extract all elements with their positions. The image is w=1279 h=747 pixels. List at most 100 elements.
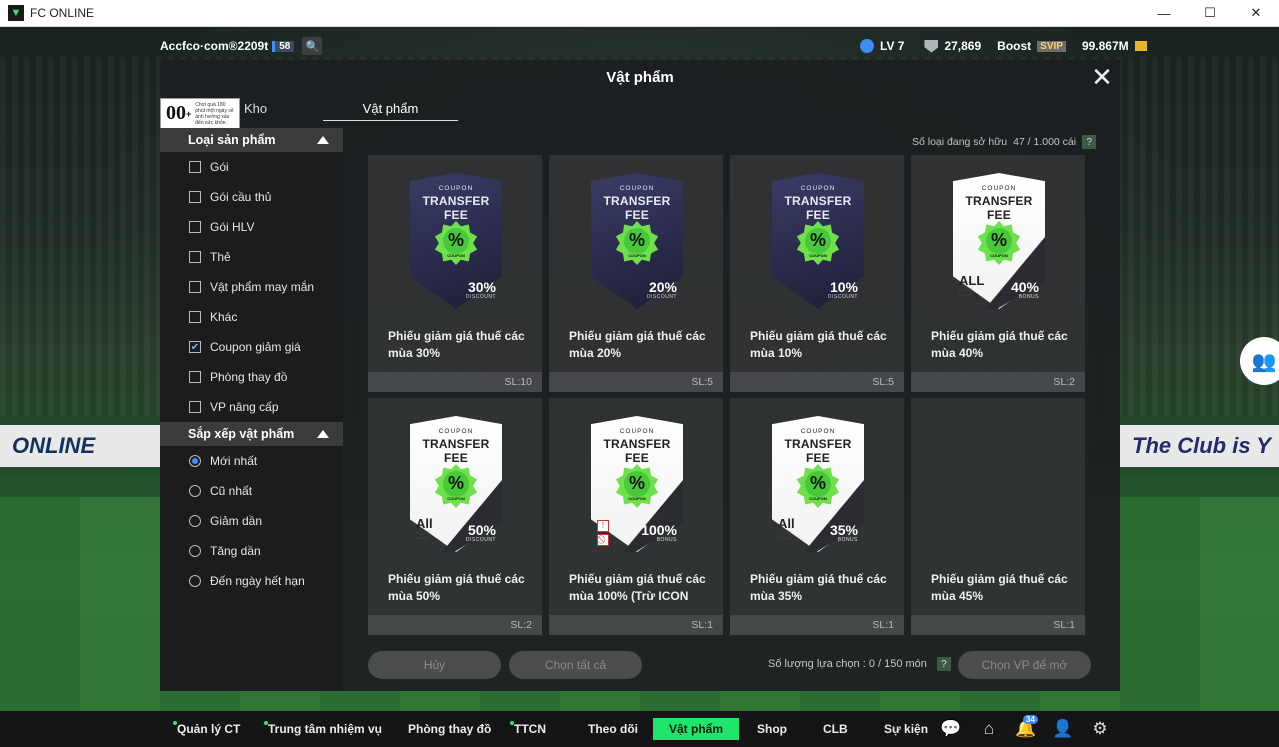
home-icon[interactable]: ⌂ — [978, 719, 1000, 739]
filter-option[interactable]: ✔ Coupon giảm giá — [160, 332, 343, 362]
age-rating-warning: Chơi quá 180 phút một ngày sẽ ảnh hưởng … — [195, 101, 234, 126]
owned-count: Số loại đang sở hữu 47 / 1.000 cái ? — [912, 135, 1097, 149]
select-all-button[interactable]: Chọn tất cả — [509, 651, 642, 679]
open-item-button[interactable]: Chọn VP để mở — [958, 651, 1091, 679]
nav-item[interactable]: TTCN — [510, 711, 546, 747]
item-card[interactable]: Phiếu giảm giá thuế các mùa 45% SL:1 — [911, 398, 1085, 635]
item-card[interactable]: COUPON TRANSFER FEE% COUPON 40% BONUS ALL CLAS… — [911, 155, 1085, 392]
radio-button[interactable] — [189, 575, 201, 587]
radio-button[interactable] — [189, 455, 201, 467]
radio-button[interactable] — [189, 515, 201, 527]
help-icon[interactable]: ? — [1082, 135, 1097, 149]
filter-option-label: Gói cầu thủ — [210, 190, 272, 204]
tab-vat-pham[interactable]: Vật phẩm — [323, 101, 458, 121]
checkbox[interactable] — [189, 161, 201, 173]
radio-button[interactable] — [189, 485, 201, 497]
filter-option[interactable]: VP nâng cấp — [160, 392, 343, 422]
coupon-title: TRANSFER FEE — [603, 437, 671, 465]
checkbox[interactable] — [189, 221, 201, 233]
close-icon[interactable]: ✕ — [1090, 64, 1114, 90]
sort-option[interactable]: Cũ nhất — [160, 476, 343, 506]
sort-option[interactable]: Giảm dần — [160, 506, 343, 536]
checkbox[interactable] — [189, 371, 201, 383]
item-name: Phiếu giảm giá thuế các mùa 30% — [388, 329, 525, 360]
checkbox[interactable] — [189, 251, 201, 263]
cancel-button[interactable]: Hủy — [368, 651, 501, 679]
item-card[interactable]: COUPON TRANSFER FEE% COUPON 35% BONUS All CLAS… — [730, 398, 904, 635]
notification-dot-icon — [173, 721, 177, 725]
nav-item-label: Theo dõi — [588, 722, 638, 736]
nav-item[interactable]: Shop — [757, 711, 787, 747]
chat-icon[interactable]: 💬 — [940, 719, 962, 739]
nav-item[interactable]: Trung tâm nhiệm vụ — [264, 711, 382, 747]
coupon-sub: BONUS — [656, 537, 677, 543]
product-type-header[interactable]: Loại sản phẩm — [160, 128, 343, 152]
item-quantity: SL:5 — [730, 372, 904, 392]
coupon-card-image: COUPON TRANSFER FEE% COUPON 10% DISCOUNT — [772, 173, 864, 309]
coupon-sub: BONUS — [837, 537, 858, 543]
collapse-arrow-icon[interactable] — [317, 430, 329, 438]
checkbox[interactable] — [189, 401, 201, 413]
coupon-value: 50% — [467, 522, 496, 538]
filter-option[interactable]: Thẻ — [160, 242, 343, 272]
checkbox[interactable]: ✔ — [189, 341, 201, 353]
account-name[interactable]: Accfco·com®2209t — [160, 39, 268, 53]
minimize-button[interactable]: — — [1141, 0, 1187, 26]
item-quantity: SL:2 — [911, 372, 1085, 392]
checkbox[interactable] — [189, 191, 201, 203]
percent-badge-icon: % COUPON — [796, 221, 840, 265]
filter-option[interactable]: Gói — [160, 152, 343, 182]
filter-option[interactable]: Gói HLV — [160, 212, 343, 242]
settings-gear-icon[interactable]: ⚙ — [1089, 719, 1111, 739]
sort-option-label: Giảm dần — [210, 514, 263, 528]
tab-kho[interactable]: Kho — [244, 101, 267, 116]
nav-item[interactable]: Quản lý CT — [173, 711, 240, 747]
radio-button[interactable] — [189, 545, 201, 557]
item-card[interactable]: COUPON TRANSFER FEE% COUPON 20% DISCOUNT Phiế… — [549, 155, 723, 392]
notification-badge: 34 — [1023, 715, 1038, 724]
class-include-text: CLASS Include — [416, 530, 430, 540]
filter-option[interactable]: Gói cầu thủ — [160, 182, 343, 212]
coupon-class-all: ALL — [959, 273, 985, 288]
nav-item[interactable]: CLB — [823, 711, 848, 747]
coupon-class-all: All — [778, 516, 795, 531]
item-card[interactable]: COUPON TRANSFER FEE% COUPON 50% DISCOUNT All C… — [368, 398, 542, 635]
filter-option-label: VP nâng cấp — [210, 400, 279, 414]
coupon-card-image: COUPON TRANSFER FEE% COUPON 40% BONUS ALL CLAS… — [953, 173, 1045, 309]
coupon-title: TRANSFER FEE — [784, 437, 852, 465]
nav-item[interactable]: Sự kiện — [884, 711, 928, 747]
filter-option[interactable]: Khác — [160, 302, 343, 332]
age-rating-badge: 00 + Chơi quá 180 phút một ngày sẽ ảnh hư… — [160, 98, 240, 129]
boost-label[interactable]: Boost — [997, 39, 1031, 53]
sort-option[interactable]: Mới nhất — [160, 446, 343, 476]
selection-count: Số lượng lựa chọn : 0 / 150 món ? — [768, 657, 951, 671]
nav-item[interactable]: Vật phẩm — [653, 718, 740, 740]
filter-option[interactable]: Phòng thay đồ — [160, 362, 343, 392]
item-card[interactable]: COUPONTRANSFER FEE%COUPON100%BONUS!⃠Phiế… — [549, 398, 723, 635]
sort-option-label: Cũ nhất — [210, 484, 253, 498]
sort-option-label: Mới nhất — [210, 454, 258, 468]
coupon-value: 35% — [829, 522, 858, 538]
item-name: Phiếu giảm giá thuế các mùa 100% (Trừ IC… — [569, 572, 706, 603]
window-titlebar: ▼ FC ONLINE — ☐ ✕ — [0, 0, 1279, 27]
collapse-arrow-icon[interactable] — [317, 136, 329, 144]
sort-option[interactable]: Đến ngày hết hạn — [160, 566, 343, 596]
search-icon[interactable]: 🔍 — [302, 37, 323, 55]
sort-option[interactable]: Tăng dần — [160, 536, 343, 566]
filter-option[interactable]: Vật phẩm may mắn — [160, 272, 343, 302]
nav-item[interactable]: Phòng thay đồ — [408, 711, 491, 747]
help-icon[interactable]: ? — [936, 657, 951, 671]
maximize-button[interactable]: ☐ — [1187, 0, 1233, 26]
level-text: LV 7 — [880, 39, 905, 53]
nav-item[interactable]: Theo dõi — [588, 711, 638, 747]
item-quantity: SL:5 — [549, 372, 723, 392]
item-card[interactable]: COUPON TRANSFER FEE% COUPON 30% DISCOUNT Phiế… — [368, 155, 542, 392]
sort-header[interactable]: Sắp xếp vật phẩm — [160, 422, 343, 446]
item-card[interactable]: COUPON TRANSFER FEE% COUPON 10% DISCOUNT Phiế… — [730, 155, 904, 392]
checkbox[interactable] — [189, 311, 201, 323]
item-name: Phiếu giảm giá thuế các mùa 50% — [388, 572, 525, 603]
checkbox[interactable] — [189, 281, 201, 293]
profile-icon[interactable]: 👤 — [1052, 719, 1074, 739]
close-window-button[interactable]: ✕ — [1233, 0, 1279, 26]
coupon-sub: BONUS — [1018, 294, 1039, 300]
